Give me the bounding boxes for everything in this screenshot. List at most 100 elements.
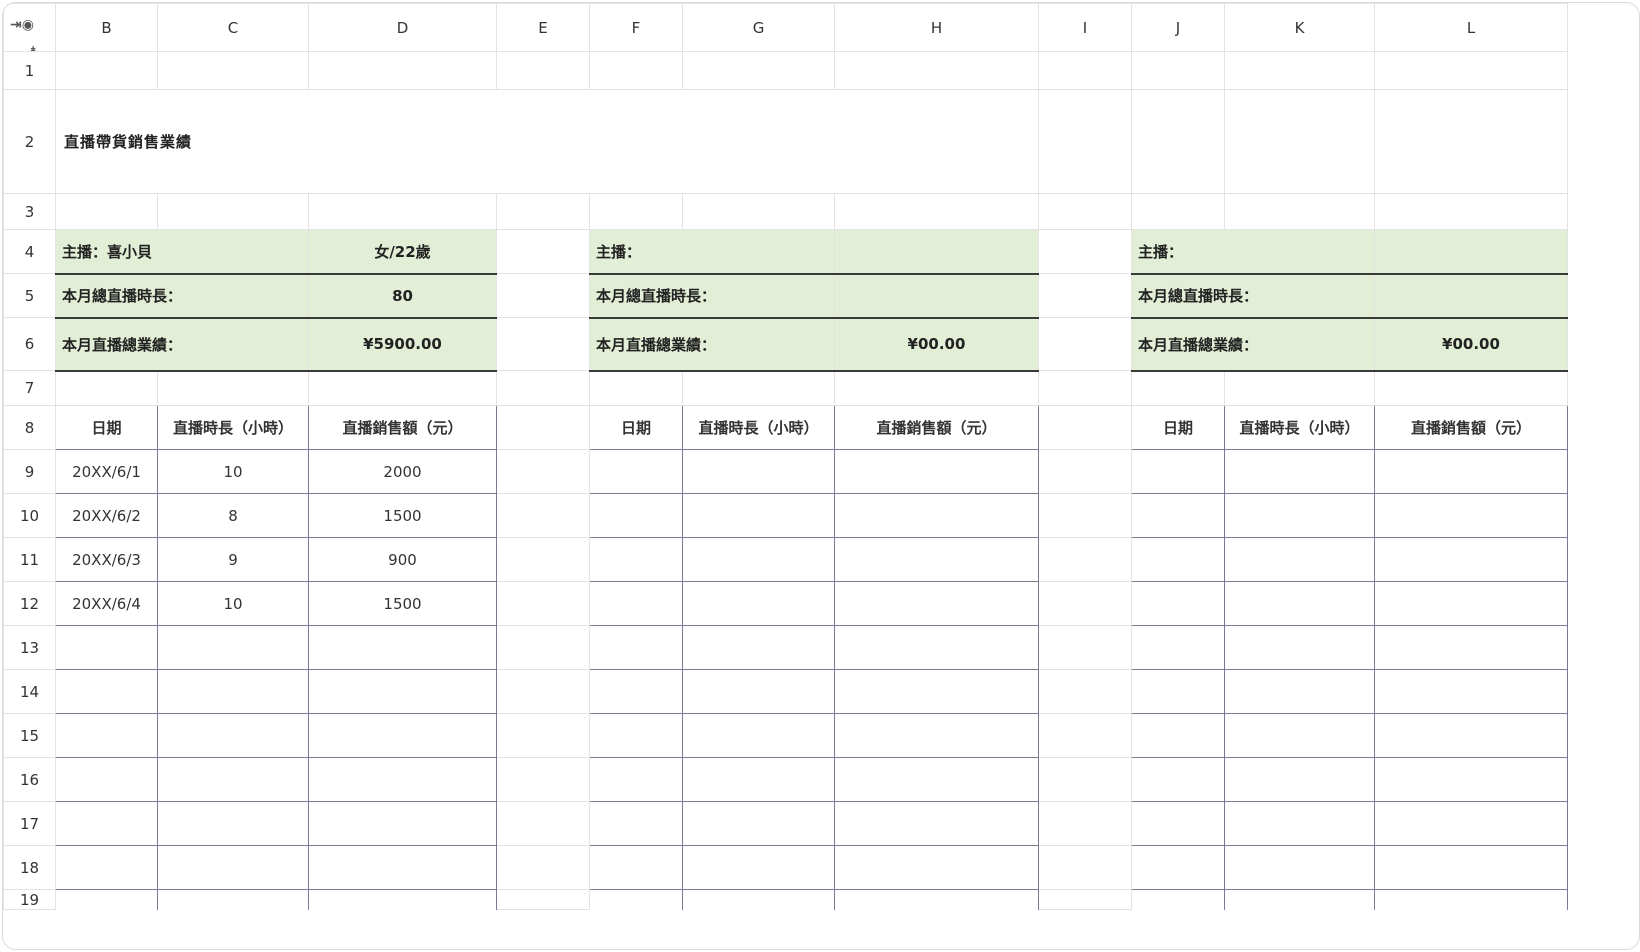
cell[interactable]	[1374, 193, 1568, 230]
row-header-5[interactable]: 5	[3, 273, 56, 318]
table-cell[interactable]	[55, 845, 158, 890]
row-header-9[interactable]: 9	[3, 449, 56, 494]
table-cell[interactable]	[55, 625, 158, 670]
table-cell[interactable]	[589, 581, 683, 626]
row-header-2[interactable]: 2	[3, 89, 56, 194]
table-cell[interactable]	[55, 757, 158, 802]
info-value-hours[interactable]	[834, 273, 1039, 319]
cell[interactable]	[496, 801, 590, 846]
table-cell[interactable]	[1374, 669, 1568, 714]
cell[interactable]	[1038, 625, 1132, 670]
column-header-j[interactable]: J	[1131, 3, 1225, 52]
cell[interactable]	[1038, 537, 1132, 582]
cell[interactable]	[1038, 229, 1132, 274]
table-cell[interactable]	[308, 713, 497, 758]
cell[interactable]	[55, 193, 158, 230]
cell[interactable]	[1374, 51, 1568, 90]
table-cell[interactable]	[1374, 713, 1568, 758]
table-cell[interactable]	[1131, 581, 1225, 626]
table-cell[interactable]: 10	[157, 449, 309, 494]
table-header[interactable]: 日期	[55, 405, 158, 450]
cell[interactable]	[55, 51, 158, 90]
table-cell[interactable]	[834, 713, 1039, 758]
table-cell[interactable]: 900	[308, 537, 497, 582]
column-header-b[interactable]: B	[55, 3, 158, 52]
cell[interactable]	[157, 51, 309, 90]
cell[interactable]	[496, 625, 590, 670]
table-cell[interactable]	[1374, 845, 1568, 890]
cell[interactable]	[496, 581, 590, 626]
cell[interactable]	[1131, 193, 1225, 230]
cell[interactable]	[496, 317, 590, 371]
table-cell[interactable]: 1500	[308, 493, 497, 538]
table-cell[interactable]	[834, 757, 1039, 802]
row-header-17[interactable]: 17	[3, 801, 56, 846]
column-header-c[interactable]: C	[157, 3, 309, 52]
column-header-i[interactable]: I	[1038, 3, 1132, 52]
cell[interactable]	[496, 51, 590, 90]
table-cell[interactable]	[1224, 713, 1375, 758]
cell[interactable]	[834, 370, 1039, 406]
info-label-sales[interactable]: 本月直播總業績：	[589, 317, 835, 372]
cell[interactable]	[682, 370, 835, 406]
cell[interactable]	[496, 845, 590, 890]
cell[interactable]	[1038, 51, 1132, 90]
table-cell[interactable]	[55, 669, 158, 714]
table-cell[interactable]: 20XX/6/4	[55, 581, 158, 626]
cell[interactable]	[1038, 405, 1132, 450]
info-label-hours[interactable]: 本月總直播時長：	[589, 273, 835, 319]
table-cell[interactable]	[834, 801, 1039, 846]
row-header-10[interactable]: 10	[3, 493, 56, 538]
table-cell[interactable]	[1224, 537, 1375, 582]
table-cell[interactable]: 10	[157, 581, 309, 626]
table-cell[interactable]	[834, 669, 1039, 714]
cell[interactable]	[308, 193, 497, 230]
table-cell[interactable]	[1224, 669, 1375, 714]
table-cell[interactable]	[682, 889, 835, 910]
cell[interactable]	[1038, 449, 1132, 494]
table-cell[interactable]	[1224, 845, 1375, 890]
table-header[interactable]: 日期	[1131, 405, 1225, 450]
table-cell[interactable]	[1131, 889, 1225, 910]
column-header-g[interactable]: G	[682, 3, 835, 52]
table-cell[interactable]	[589, 801, 683, 846]
table-cell[interactable]: 20XX/6/2	[55, 493, 158, 538]
info-label-host[interactable]: 主播：	[589, 229, 835, 275]
table-cell[interactable]	[589, 889, 683, 910]
table-cell[interactable]	[1131, 669, 1225, 714]
table-cell[interactable]: 9	[157, 537, 309, 582]
freeze-rows-icon[interactable]: ⇟	[28, 45, 38, 51]
cell[interactable]	[1038, 801, 1132, 846]
cell[interactable]	[496, 713, 590, 758]
table-cell[interactable]	[589, 713, 683, 758]
cell[interactable]	[589, 51, 683, 90]
table-cell[interactable]	[589, 625, 683, 670]
table-header[interactable]: 直播時長（小時）	[682, 405, 835, 450]
table-cell[interactable]	[1224, 625, 1375, 670]
table-cell[interactable]: 1500	[308, 581, 497, 626]
cell[interactable]	[1038, 273, 1132, 318]
table-cell[interactable]	[308, 669, 497, 714]
table-cell[interactable]	[1374, 889, 1568, 910]
select-all-corner[interactable]: ⇥◉ ⇟	[3, 3, 56, 52]
cell[interactable]	[1038, 370, 1132, 406]
row-header-15[interactable]: 15	[3, 713, 56, 758]
row-header-4[interactable]: 4	[3, 229, 56, 274]
cell[interactable]	[1224, 89, 1375, 194]
cell[interactable]	[1038, 493, 1132, 538]
cell[interactable]	[55, 370, 158, 406]
table-cell[interactable]	[589, 669, 683, 714]
table-cell[interactable]	[308, 889, 497, 910]
table-cell[interactable]	[834, 581, 1039, 626]
table-cell[interactable]	[682, 801, 835, 846]
table-cell[interactable]	[1374, 801, 1568, 846]
info-value-host[interactable]	[1374, 229, 1568, 275]
cell[interactable]	[1224, 370, 1375, 406]
table-cell[interactable]	[834, 449, 1039, 494]
cell[interactable]	[682, 51, 835, 90]
row-header-12[interactable]: 12	[3, 581, 56, 626]
eye-icon[interactable]: ⇥◉	[10, 18, 34, 32]
table-cell[interactable]	[1224, 581, 1375, 626]
cell[interactable]	[496, 370, 590, 406]
table-cell[interactable]	[1224, 757, 1375, 802]
